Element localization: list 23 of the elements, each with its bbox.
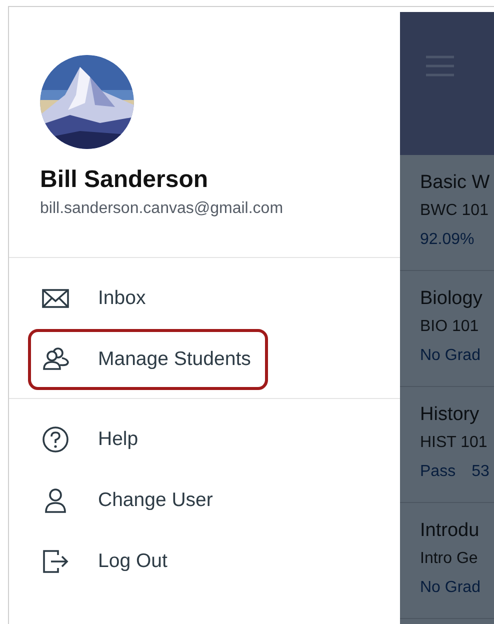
course-grade: No Grad — [420, 578, 480, 598]
course-title: History — [420, 403, 480, 427]
menu-item[interactable]: Manage Students — [28, 329, 268, 390]
course-grade: Pass — [420, 462, 456, 482]
logout-icon — [41, 547, 70, 576]
course-title: Basic W — [420, 171, 491, 195]
course-code: BIO 101 — [420, 317, 480, 337]
menu-item[interactable]: Log Out — [28, 531, 170, 592]
menu-item[interactable]: Inbox — [28, 268, 149, 329]
help-icon — [41, 425, 70, 454]
user-name: Bill Sanderson — [40, 165, 210, 195]
course-code: Intro Ge — [420, 549, 479, 569]
course-grade: No Grad — [420, 346, 480, 366]
course-code: BWC 101 — [420, 201, 490, 221]
user-email: bill.sanderson.canvas@gmail.com — [40, 199, 284, 219]
menu-item[interactable]: Change User — [28, 470, 216, 531]
course-grade: 53 — [472, 462, 490, 482]
course-title: Biology — [420, 287, 484, 311]
menu-item[interactable]: Help — [28, 409, 142, 470]
course-code: HIST 101 — [420, 433, 488, 453]
menu-icon[interactable] — [426, 54, 454, 77]
course-grade: 92.09% — [420, 230, 474, 250]
course-title: Introdu — [420, 519, 480, 543]
